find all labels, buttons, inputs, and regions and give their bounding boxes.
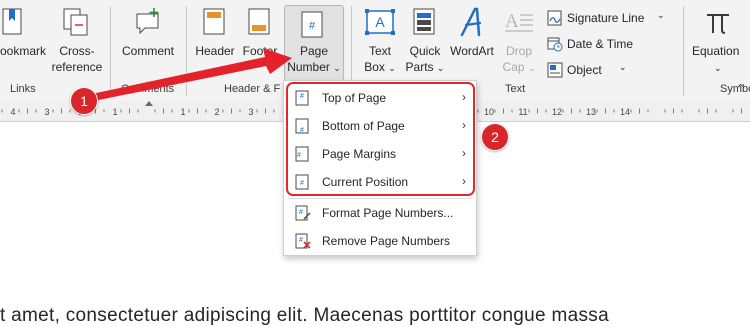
callout-badge-2: 2 (481, 123, 509, 151)
callout-badge-1: 1 (70, 87, 98, 115)
annotation-arrow (82, 48, 292, 103)
